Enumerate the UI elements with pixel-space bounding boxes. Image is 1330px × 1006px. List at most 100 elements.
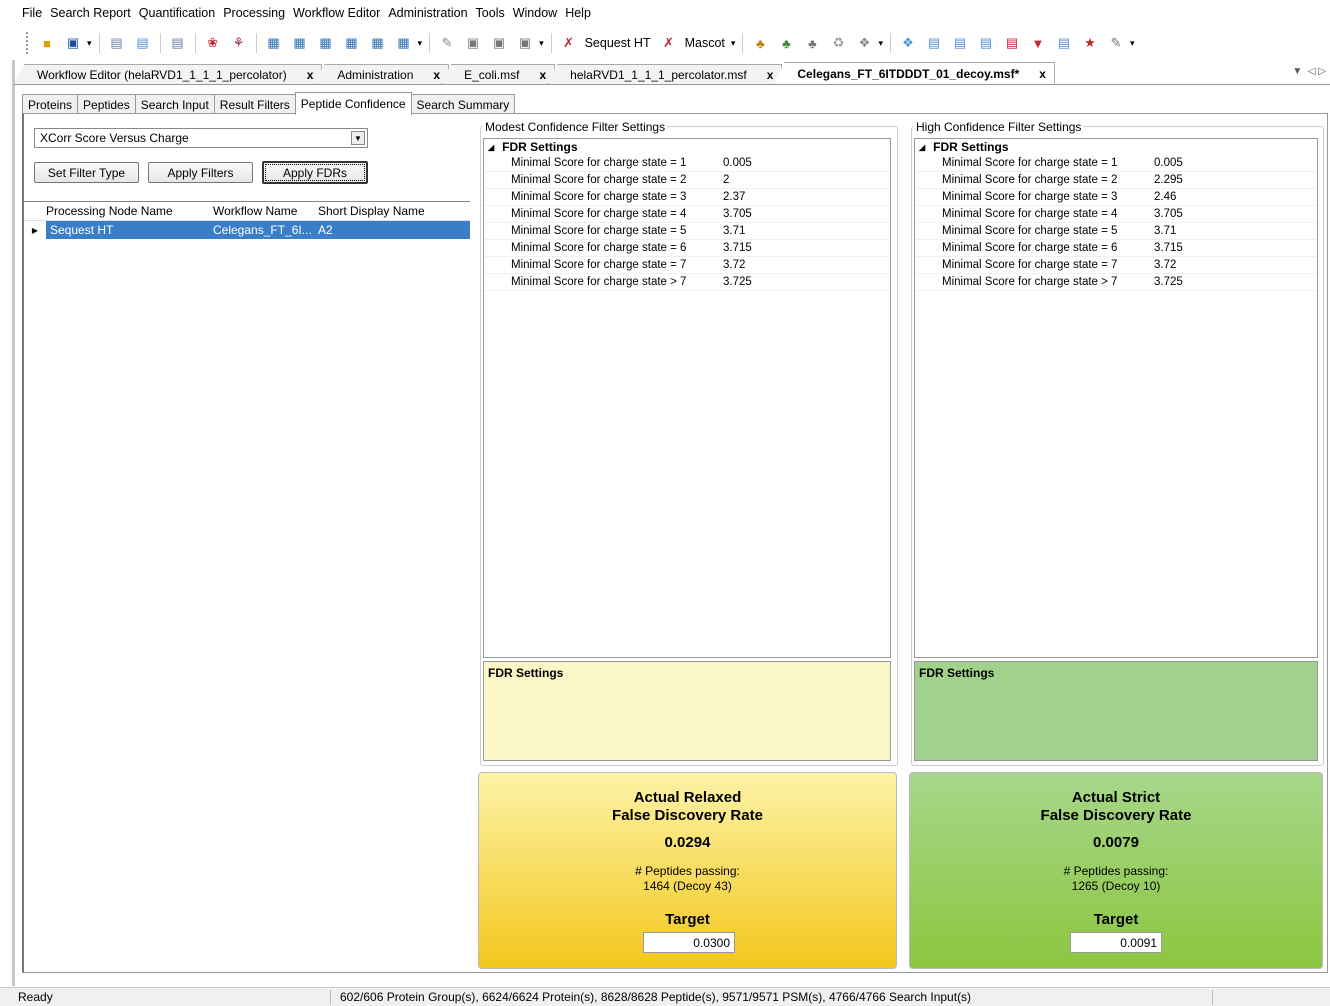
property-value[interactable]: 2.46 <box>1150 191 1317 203</box>
menu-processing[interactable]: Processing <box>219 6 289 20</box>
tool-icon-8[interactable]: ★ <box>1081 34 1099 52</box>
property-row[interactable]: Minimal Score for charge state = 3 2.46 <box>915 189 1317 206</box>
chart-icon-1[interactable]: ▦ <box>265 34 283 52</box>
tree-icon-4[interactable]: ♻ <box>829 34 847 52</box>
tool-icon-1[interactable]: ❖ <box>899 34 917 52</box>
sequest-button[interactable]: Sequest HT <box>585 36 651 50</box>
property-row[interactable]: Minimal Score for charge state = 1 0.005 <box>484 155 890 172</box>
property-value[interactable]: 3.72 <box>1150 259 1317 271</box>
property-value[interactable]: 3.705 <box>719 208 890 220</box>
report-icon-3[interactable]: ▤ <box>169 34 187 52</box>
property-value[interactable]: 2.295 <box>1150 174 1317 186</box>
close-icon[interactable]: x <box>767 68 774 82</box>
close-icon[interactable]: x <box>539 68 546 82</box>
tab-peptides[interactable]: Peptides <box>77 94 136 114</box>
menu-administration[interactable]: Administration <box>384 6 471 20</box>
property-row[interactable]: Minimal Score for charge state > 7 3.725 <box>484 274 890 291</box>
network-icon[interactable]: ⚘ <box>230 34 248 52</box>
doc-tab-workflow-editor[interactable]: Workflow Editor (helaRVD1_1_1_1_percolat… <box>14 64 323 84</box>
mascot-button[interactable]: Mascot <box>685 36 725 50</box>
open-icon[interactable]: ■ <box>38 34 56 52</box>
filter-type-select[interactable]: XCorr Score Versus Charge ▼ <box>34 128 368 148</box>
report-icon-2[interactable]: ▤ <box>134 34 152 52</box>
molecule-icon[interactable]: ❀ <box>204 34 222 52</box>
doc-tab-administration[interactable]: Administration x <box>314 64 450 84</box>
property-value[interactable]: 3.705 <box>1150 208 1317 220</box>
column-header[interactable]: Workflow Name <box>210 204 315 218</box>
menu-quantification[interactable]: Quantification <box>135 6 219 20</box>
chart-icon-5[interactable]: ▦ <box>369 34 387 52</box>
property-value[interactable]: 3.72 <box>719 259 890 271</box>
close-icon[interactable]: x <box>433 68 440 82</box>
collapse-icon[interactable]: ◢ <box>919 143 925 152</box>
property-category[interactable]: ◢ FDR Settings <box>484 139 890 155</box>
chevron-down-icon[interactable]: ▼ <box>351 131 365 145</box>
apply-fdrs-button[interactable]: Apply FDRs <box>262 161 368 184</box>
property-row[interactable]: Minimal Score for charge state = 3 2.37 <box>484 189 890 206</box>
menu-file[interactable]: File <box>18 6 46 20</box>
tab-navigation-icon[interactable]: ▼ ◁ ▷ <box>1292 66 1326 77</box>
property-value[interactable]: 3.715 <box>719 242 890 254</box>
close-icon[interactable]: x <box>1039 67 1046 81</box>
tool-dropdown-icon[interactable]: ▾ <box>1130 38 1135 49</box>
apply-filters-button[interactable]: Apply Filters <box>148 162 253 183</box>
chart-icon-3[interactable]: ▦ <box>317 34 335 52</box>
tree-icon-3[interactable]: ♣ <box>803 34 821 52</box>
grid-icon-1[interactable]: ▣ <box>464 34 482 52</box>
menu-search-report[interactable]: Search Report <box>46 6 135 20</box>
tab-search-input[interactable]: Search Input <box>134 94 215 114</box>
search-engine-dropdown-icon[interactable]: ▾ <box>731 38 736 49</box>
chart-dropdown-icon[interactable]: ▾ <box>418 38 423 49</box>
doc-tab-ecoli[interactable]: E_coli.msf x <box>441 64 556 84</box>
save-dropdown-icon[interactable]: ▾ <box>87 38 92 49</box>
modest-property-grid[interactable]: ◢ FDR Settings Minimal Score for charge … <box>483 138 891 658</box>
tab-peptide-confidence[interactable]: Peptide Confidence <box>294 92 412 115</box>
chart-icon-6[interactable]: ▦ <box>395 34 413 52</box>
property-row[interactable]: Minimal Score for charge state = 4 3.705 <box>484 206 890 223</box>
menu-workflow-editor[interactable]: Workflow Editor <box>289 6 384 20</box>
grid-icon-2[interactable]: ▣ <box>490 34 508 52</box>
property-value[interactable]: 3.71 <box>1150 225 1317 237</box>
toolbar-grip[interactable] <box>26 32 29 54</box>
property-row[interactable]: Minimal Score for charge state = 1 0.005 <box>915 155 1317 172</box>
property-row[interactable]: Minimal Score for charge state = 5 3.71 <box>915 223 1317 240</box>
property-value[interactable]: 0.005 <box>719 157 890 169</box>
property-row[interactable]: Minimal Score for charge state = 2 2.295 <box>915 172 1317 189</box>
tab-proteins[interactable]: Proteins <box>22 94 79 114</box>
close-icon[interactable]: x <box>307 68 314 82</box>
tool-icon-6[interactable]: ▼ <box>1029 34 1047 52</box>
property-row[interactable]: Minimal Score for charge state = 5 3.71 <box>484 223 890 240</box>
property-value[interactable]: 3.71 <box>719 225 890 237</box>
set-filter-type-button[interactable]: Set Filter Type <box>34 162 139 183</box>
property-row[interactable]: Minimal Score for charge state = 6 3.715 <box>915 240 1317 257</box>
chart-icon-4[interactable]: ▦ <box>343 34 361 52</box>
grid-dropdown-icon[interactable]: ▾ <box>539 38 544 49</box>
doc-tab-hela[interactable]: helaRVD1_1_1_1_percolator.msf x <box>547 64 783 84</box>
tool-icon-3[interactable]: ▤ <box>951 34 969 52</box>
strict-target-input[interactable]: 0.0091 <box>1070 932 1162 953</box>
sequest-icon[interactable]: ✗ <box>560 34 578 52</box>
property-row[interactable]: Minimal Score for charge state = 4 3.705 <box>915 206 1317 223</box>
row-expand-icon[interactable]: ▶ <box>24 221 46 239</box>
tool-icon-7[interactable]: ▤ <box>1055 34 1073 52</box>
property-row[interactable]: Minimal Score for charge state = 2 2 <box>484 172 890 189</box>
tab-result-filters[interactable]: Result Filters <box>213 94 296 114</box>
column-header[interactable]: Processing Node Name <box>46 204 210 218</box>
tool-icon-5[interactable]: ▤ <box>1003 34 1021 52</box>
high-property-grid[interactable]: ◢ FDR Settings Minimal Score for charge … <box>914 138 1318 658</box>
relaxed-target-input[interactable]: 0.0300 <box>643 932 735 953</box>
property-row[interactable]: Minimal Score for charge state > 7 3.725 <box>915 274 1317 291</box>
property-value[interactable]: 2.37 <box>719 191 890 203</box>
menu-tools[interactable]: Tools <box>472 6 509 20</box>
tool-icon-2[interactable]: ▤ <box>925 34 943 52</box>
grid-icon-3[interactable]: ▣ <box>516 34 534 52</box>
tab-search-summary[interactable]: Search Summary <box>410 94 516 114</box>
doc-tab-celegans[interactable]: Celegans_FT_6ITDDDT_01_decoy.msf* x <box>774 62 1055 84</box>
tool-icon-4[interactable]: ▤ <box>977 34 995 52</box>
property-row[interactable]: Minimal Score for charge state = 6 3.715 <box>484 240 890 257</box>
property-value[interactable]: 3.725 <box>1150 276 1317 288</box>
menu-help[interactable]: Help <box>561 6 595 20</box>
tree-icon-1[interactable]: ♣ <box>751 34 769 52</box>
property-value[interactable]: 3.725 <box>719 276 890 288</box>
tree-dropdown-icon[interactable]: ▾ <box>878 38 883 49</box>
